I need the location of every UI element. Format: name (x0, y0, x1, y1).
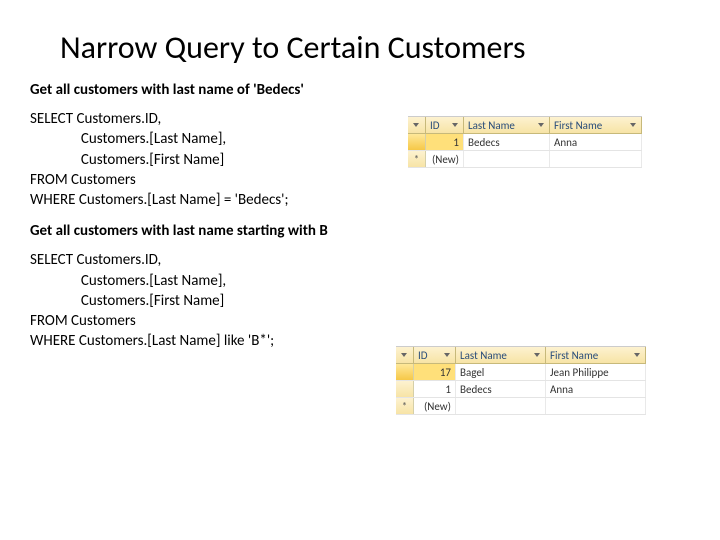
result-grid-1: ID Last Name First Name 1 Bedecs Anna * … (408, 116, 642, 168)
row-selector-new[interactable]: * (396, 398, 414, 414)
cell-id[interactable]: 17 (414, 364, 456, 380)
grid2-new-row[interactable]: * (New) (396, 398, 646, 415)
section2-sql: SELECT Customers.ID, Customers.[Last Nam… (30, 250, 400, 351)
grid2-col-firstname[interactable]: First Name (546, 347, 646, 363)
grid2-col-id[interactable]: ID (414, 347, 456, 363)
new-row-icon: * (414, 153, 419, 166)
grid2-row[interactable]: 1 Bedecs Anna (396, 381, 646, 398)
section1-heading: Get all customers with last name of 'Bed… (30, 81, 400, 99)
cell-id-new[interactable]: (New) (414, 398, 456, 414)
cell-firstname-new[interactable] (550, 151, 642, 167)
grid2-header: ID Last Name First Name (396, 346, 646, 364)
dropdown-icon (444, 352, 451, 359)
cell-id[interactable]: 1 (414, 381, 456, 397)
dropdown-icon (634, 352, 641, 359)
section1-sql: SELECT Customers.ID, Customers.[Last Nam… (30, 109, 400, 210)
slide-title: Narrow Query to Certain Customers (60, 28, 690, 67)
grid1-row[interactable]: 1 Bedecs Anna (408, 134, 642, 151)
cell-firstname[interactable]: Jean Philippe (546, 364, 646, 380)
cell-lastname[interactable]: Bedecs (464, 134, 550, 150)
grid2-select-all[interactable] (396, 347, 414, 363)
dropdown-icon (413, 122, 420, 129)
row-selector[interactable] (396, 364, 414, 380)
section2-heading: Get all customers with last name startin… (30, 222, 400, 240)
cell-lastname-new[interactable] (464, 151, 550, 167)
row-selector[interactable] (408, 134, 426, 150)
grid2-row[interactable]: 17 Bagel Jean Philippe (396, 364, 646, 381)
dropdown-icon (534, 352, 541, 359)
row-selector-new[interactable]: * (408, 151, 426, 167)
row-selector[interactable] (396, 381, 414, 397)
grid1-col-id[interactable]: ID (426, 117, 464, 133)
cell-firstname[interactable]: Anna (550, 134, 642, 150)
cell-id[interactable]: 1 (426, 134, 464, 150)
grid1-new-row[interactable]: * (New) (408, 151, 642, 168)
new-row-icon: * (402, 400, 407, 413)
dropdown-icon (630, 122, 637, 129)
cell-firstname[interactable]: Anna (546, 381, 646, 397)
grid1-header: ID Last Name First Name (408, 116, 642, 134)
dropdown-icon (401, 352, 408, 359)
dropdown-icon (452, 122, 459, 129)
cell-lastname[interactable]: Bagel (456, 364, 546, 380)
cell-id-new[interactable]: (New) (426, 151, 464, 167)
grid1-col-firstname[interactable]: First Name (550, 117, 642, 133)
result-grid-2: ID Last Name First Name 17 Bagel Jean Ph… (396, 346, 646, 415)
grid1-select-all[interactable] (408, 117, 426, 133)
cell-lastname[interactable]: Bedecs (456, 381, 546, 397)
cell-lastname-new[interactable] (456, 398, 546, 414)
dropdown-icon (538, 122, 545, 129)
grid1-col-lastname[interactable]: Last Name (464, 117, 550, 133)
cell-firstname-new[interactable] (546, 398, 646, 414)
grid2-col-lastname[interactable]: Last Name (456, 347, 546, 363)
